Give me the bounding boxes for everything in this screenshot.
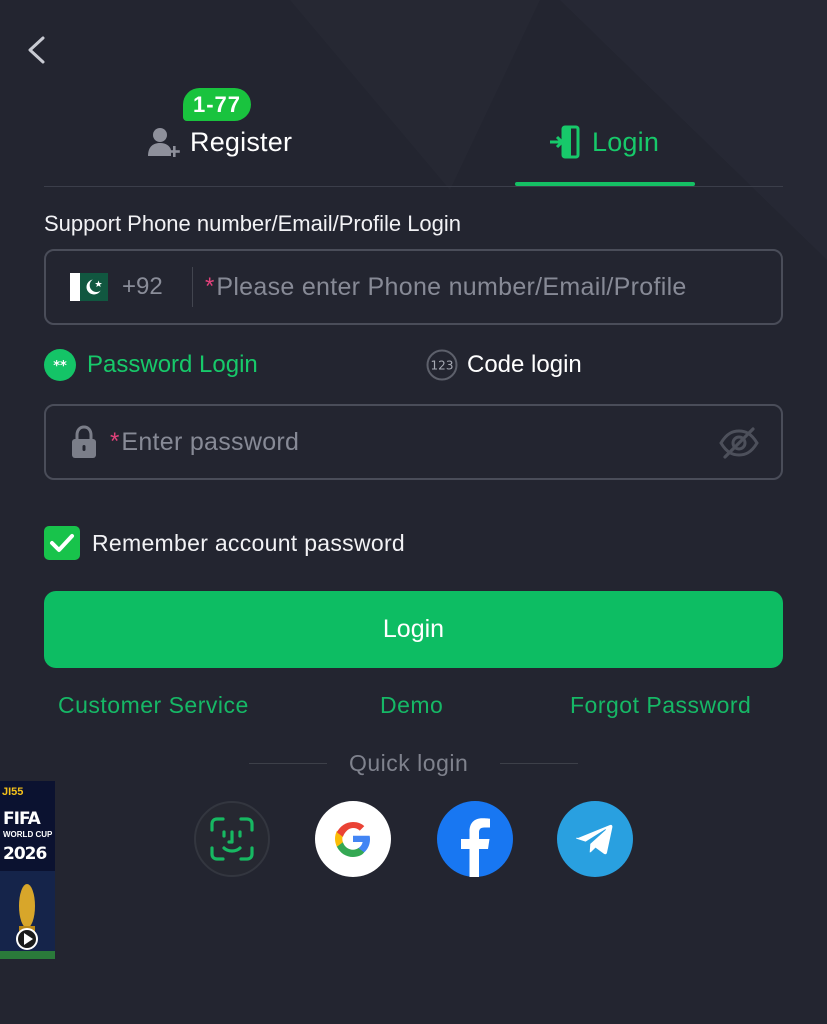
tab-login-label: Login [592,126,660,157]
remember-password-checkbox[interactable]: Remember account password [44,526,405,560]
customer-service-link[interactable]: Customer Service [58,692,249,719]
divider-line [249,763,327,764]
promo-brand: JI55 [2,786,24,798]
required-mark: * [205,273,215,300]
tab-divider [44,186,783,187]
forgot-password-link[interactable]: Forgot Password [570,692,751,719]
promo-subtitle: WORLD CUP [3,830,53,839]
quick-login-header: Quick login [0,750,827,780]
password-dots-icon: ** [44,349,76,381]
lock-icon [72,425,96,458]
add-user-icon [148,128,180,157]
quick-login-label: Quick login [349,750,469,776]
google-login-button[interactable] [315,801,391,877]
country-code[interactable]: +92 [122,273,192,301]
facebook-login-button[interactable] [437,801,513,877]
face-id-icon [210,817,254,861]
telegram-login-button[interactable] [557,801,633,877]
code-login-label: Code login [467,351,582,378]
code-login-option[interactable]: 123 Code login [426,346,582,384]
required-mark: * [110,428,120,455]
google-icon [335,822,370,857]
password-input[interactable]: Enter password [121,428,299,457]
promo-title: FIFA [3,809,41,829]
svg-text:123: 123 [431,359,454,373]
numeric-code-icon: 123 [426,349,458,381]
auth-tabs: 1-77 Register Login [44,88,783,187]
promo-year: 2026 [3,844,47,864]
tab-login[interactable]: Login [548,118,659,166]
facebook-icon [461,818,490,877]
checkbox-checked-icon[interactable] [44,526,80,560]
password-login-option[interactable]: ** Password Login [44,346,258,384]
svg-text:**: ** [53,359,67,374]
login-button[interactable]: Login [44,591,783,668]
remember-password-label: Remember account password [92,529,406,556]
face-id-login-button[interactable] [194,801,270,877]
tab-register[interactable]: Register [146,118,292,166]
account-input-field[interactable]: +92 * Please enter Phone number/Email/Pr… [44,249,783,325]
input-divider [192,267,193,307]
promo-background-image [0,781,55,959]
login-mode-selector: ** Password Login 123 Code login [44,346,783,386]
back-button[interactable] [18,32,54,68]
country-flag-icon[interactable] [70,273,108,301]
password-input-field[interactable]: * Enter password [44,404,783,480]
eye-off-icon[interactable] [719,426,759,460]
login-door-icon [550,125,580,159]
divider-line [500,763,578,764]
tab-register-label: Register [190,126,293,157]
promo-banner[interactable]: JI55 FIFA WORLD CUP 2026 [0,781,55,959]
chevron-left-icon [28,36,45,64]
support-label: Support Phone number/Email/Profile Login [44,211,462,236]
password-login-label: Password Login [87,351,258,378]
account-input[interactable]: Please enter Phone number/Email/Profile [216,273,686,302]
demo-link[interactable]: Demo [380,692,443,719]
register-badge: 1-77 [183,88,252,121]
telegram-icon [576,824,613,855]
